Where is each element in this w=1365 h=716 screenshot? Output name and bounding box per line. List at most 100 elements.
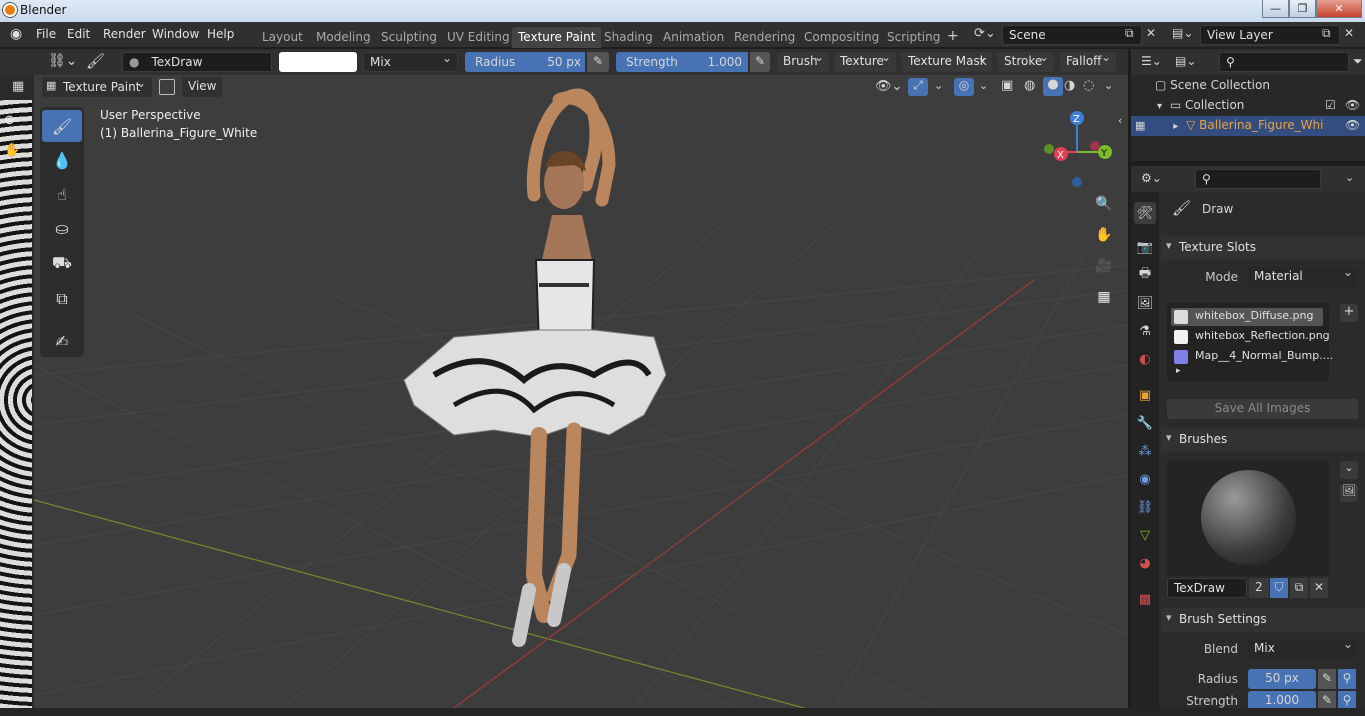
add-texture-slot-button[interactable]: +: [1340, 304, 1358, 322]
sidebar-toggle-icon[interactable]: ‹: [1118, 114, 1122, 127]
outliner-scene-collection[interactable]: ▢ Scene Collection: [1131, 76, 1365, 96]
brush-image-icon[interactable]: 🖼: [1340, 484, 1358, 502]
object-visibility-icon[interactable]: 👁: [1345, 118, 1360, 132]
world-tab-icon[interactable]: ◐: [1134, 348, 1156, 370]
modifier-tab-icon[interactable]: 🔧: [1134, 412, 1156, 434]
pan-hand-icon[interactable]: ✋: [1091, 222, 1117, 248]
left-hand-icon[interactable]: ✋: [4, 143, 20, 158]
particles-tab-icon[interactable]: ⁂: [1134, 440, 1156, 462]
falloff-menu[interactable]: Falloff: [1060, 50, 1116, 72]
texture-menu[interactable]: Texture: [834, 50, 896, 72]
editor-type-dropdown[interactable]: ⛓⌄: [48, 53, 78, 69]
annotate-tool-icon[interactable]: ✍: [42, 325, 82, 357]
texture-slot-item[interactable]: Map__4_Normal_Bump....: [1171, 348, 1333, 366]
fill-tool-icon[interactable]: ⛟: [42, 247, 82, 279]
texture-slot-item[interactable]: whitebox_Diffuse.png: [1171, 308, 1323, 326]
tool-tab-icon[interactable]: 🛠: [1134, 202, 1156, 224]
unlink-brush-icon[interactable]: ✕: [1310, 578, 1328, 598]
left-add-icon[interactable]: ⊕: [4, 113, 15, 128]
properties-editor-icon[interactable]: ⚙⌄: [1141, 171, 1162, 185]
menu-file[interactable]: File: [36, 27, 56, 41]
material-tab-icon[interactable]: ◕: [1134, 552, 1156, 574]
tab-texture-paint[interactable]: Texture Paint: [512, 27, 602, 48]
output-tab-icon[interactable]: 🖶: [1134, 264, 1156, 286]
scene-selector-icon[interactable]: ⟳⌄: [974, 26, 996, 41]
view-layer-tab-icon[interactable]: 🖼: [1134, 292, 1156, 314]
tab-scripting[interactable]: Scripting: [881, 27, 946, 48]
material-shading-icon[interactable]: ◑: [1064, 78, 1075, 93]
texture-mask-menu[interactable]: Texture Mask: [902, 50, 992, 72]
brush-radius-slider[interactable]: 50 px: [1248, 669, 1316, 689]
menu-render[interactable]: Render: [103, 27, 146, 41]
tab-shading[interactable]: Shading: [598, 27, 659, 48]
perspective-toggle-icon[interactable]: ▦: [1091, 284, 1117, 310]
minimize-button[interactable]: —: [1262, 0, 1289, 18]
shading-dropdown-icon[interactable]: ⌄: [1104, 79, 1113, 92]
view-menu[interactable]: View: [182, 77, 222, 97]
stroke-menu[interactable]: Stroke: [998, 50, 1054, 72]
blender-menu-icon[interactable]: ◉: [10, 26, 22, 42]
camera-view-icon[interactable]: 🎥: [1091, 253, 1117, 279]
add-workspace-button[interactable]: +: [941, 25, 965, 46]
brush-preview-dropdown-icon[interactable]: ⌄: [1340, 461, 1358, 479]
object-tab-icon[interactable]: ▣: [1134, 384, 1156, 406]
scene-tab-icon[interactable]: ⚗: [1134, 320, 1156, 342]
blend-mode-dropdown[interactable]: Mix: [363, 51, 458, 72]
rendered-shading-icon[interactable]: ◌: [1083, 78, 1094, 93]
fake-user-shield-icon[interactable]: ⛉: [1270, 578, 1288, 598]
brush-color-swatch[interactable]: [279, 52, 357, 72]
display-mode-icon[interactable]: ▤⌄: [1175, 54, 1196, 68]
brush-name-input[interactable]: TexDraw: [1167, 578, 1247, 598]
brush-browse-icon[interactable]: ●: [129, 55, 139, 69]
brush-radius-pressure-icon[interactable]: ✎: [1318, 669, 1336, 689]
filter-icon[interactable]: ⏷: [1353, 54, 1363, 69]
draw-tool-icon[interactable]: 🖌: [42, 110, 82, 142]
save-all-images-button[interactable]: Save All Images: [1167, 399, 1358, 419]
brush-blend-dropdown[interactable]: Mix: [1248, 637, 1358, 659]
paint-mask-toggle[interactable]: [159, 79, 175, 95]
mode-dropdown[interactable]: Texture Paint: [42, 76, 152, 97]
clone-tool-icon[interactable]: ⛀: [42, 212, 82, 244]
texture-tab-icon[interactable]: ▩: [1134, 588, 1156, 610]
scene-name-field[interactable]: Scene: [1002, 25, 1142, 45]
tab-modeling[interactable]: Modeling: [310, 27, 377, 48]
brushes-panel-header[interactable]: Brushes: [1161, 428, 1365, 452]
strength-slider[interactable]: Strength 1.000: [616, 52, 748, 72]
navigation-gizmo[interactable]: Z Y X: [1034, 105, 1124, 195]
smear-tool-icon[interactable]: ☝: [42, 178, 82, 210]
close-button[interactable]: ✕: [1316, 0, 1362, 18]
menu-edit[interactable]: Edit: [67, 27, 90, 41]
duplicate-brush-icon[interactable]: ⧉: [1290, 578, 1308, 598]
new-scene-icon[interactable]: ⧉: [1125, 26, 1134, 41]
collection-checkbox[interactable]: ☑: [1325, 98, 1336, 112]
tab-uv-editing[interactable]: UV Editing: [441, 27, 516, 48]
outliner-object-row[interactable]: ▦ ▸ ▽ Ballerina_Figure_Whi 👁: [1131, 116, 1365, 136]
strength-pressure-icon[interactable]: ✎: [750, 52, 770, 72]
outliner-search-input[interactable]: ⚲: [1219, 52, 1349, 72]
expand-arrow-icon[interactable]: ▾: [1157, 101, 1162, 112]
brush-preview[interactable]: [1167, 460, 1329, 576]
outliner-editor-icon[interactable]: ☰⌄: [1141, 54, 1162, 68]
constraints-tab-icon[interactable]: ⛓: [1134, 496, 1156, 518]
tab-rendering[interactable]: Rendering: [728, 27, 801, 48]
gizmo-toggle-icon[interactable]: ⤢: [908, 78, 928, 96]
outliner-collection[interactable]: ▾ ▭ Collection ☑ 👁: [1131, 96, 1365, 116]
menu-window[interactable]: Window: [152, 27, 199, 41]
physics-tab-icon[interactable]: ◉: [1134, 468, 1156, 490]
brush-radius-unit-icon[interactable]: ⚲: [1338, 669, 1356, 689]
list-expand-icon[interactable]: ▸: [1176, 366, 1181, 376]
xray-toggle-icon[interactable]: ▣: [1001, 78, 1013, 93]
render-tab-icon[interactable]: 📷: [1134, 236, 1156, 258]
brush-menu[interactable]: Brush: [777, 50, 829, 72]
view-layer-icon[interactable]: ▤⌄: [1172, 26, 1193, 40]
wireframe-shading-icon[interactable]: ◍: [1024, 78, 1035, 93]
data-tab-icon[interactable]: ▽: [1134, 524, 1156, 546]
new-view-layer-icon[interactable]: ⧉: [1322, 26, 1331, 41]
brush-name-field[interactable]: ● TexDraw: [122, 52, 272, 72]
zoom-icon[interactable]: 🔍: [1091, 191, 1117, 217]
remove-view-layer-icon[interactable]: ✕: [1344, 26, 1354, 40]
tab-compositing[interactable]: Compositing: [798, 27, 885, 48]
radius-slider[interactable]: Radius 50 px: [465, 52, 585, 72]
properties-options-icon[interactable]: ⌄: [1345, 171, 1354, 184]
overlay-dropdown-icon[interactable]: ⌄: [979, 79, 988, 92]
